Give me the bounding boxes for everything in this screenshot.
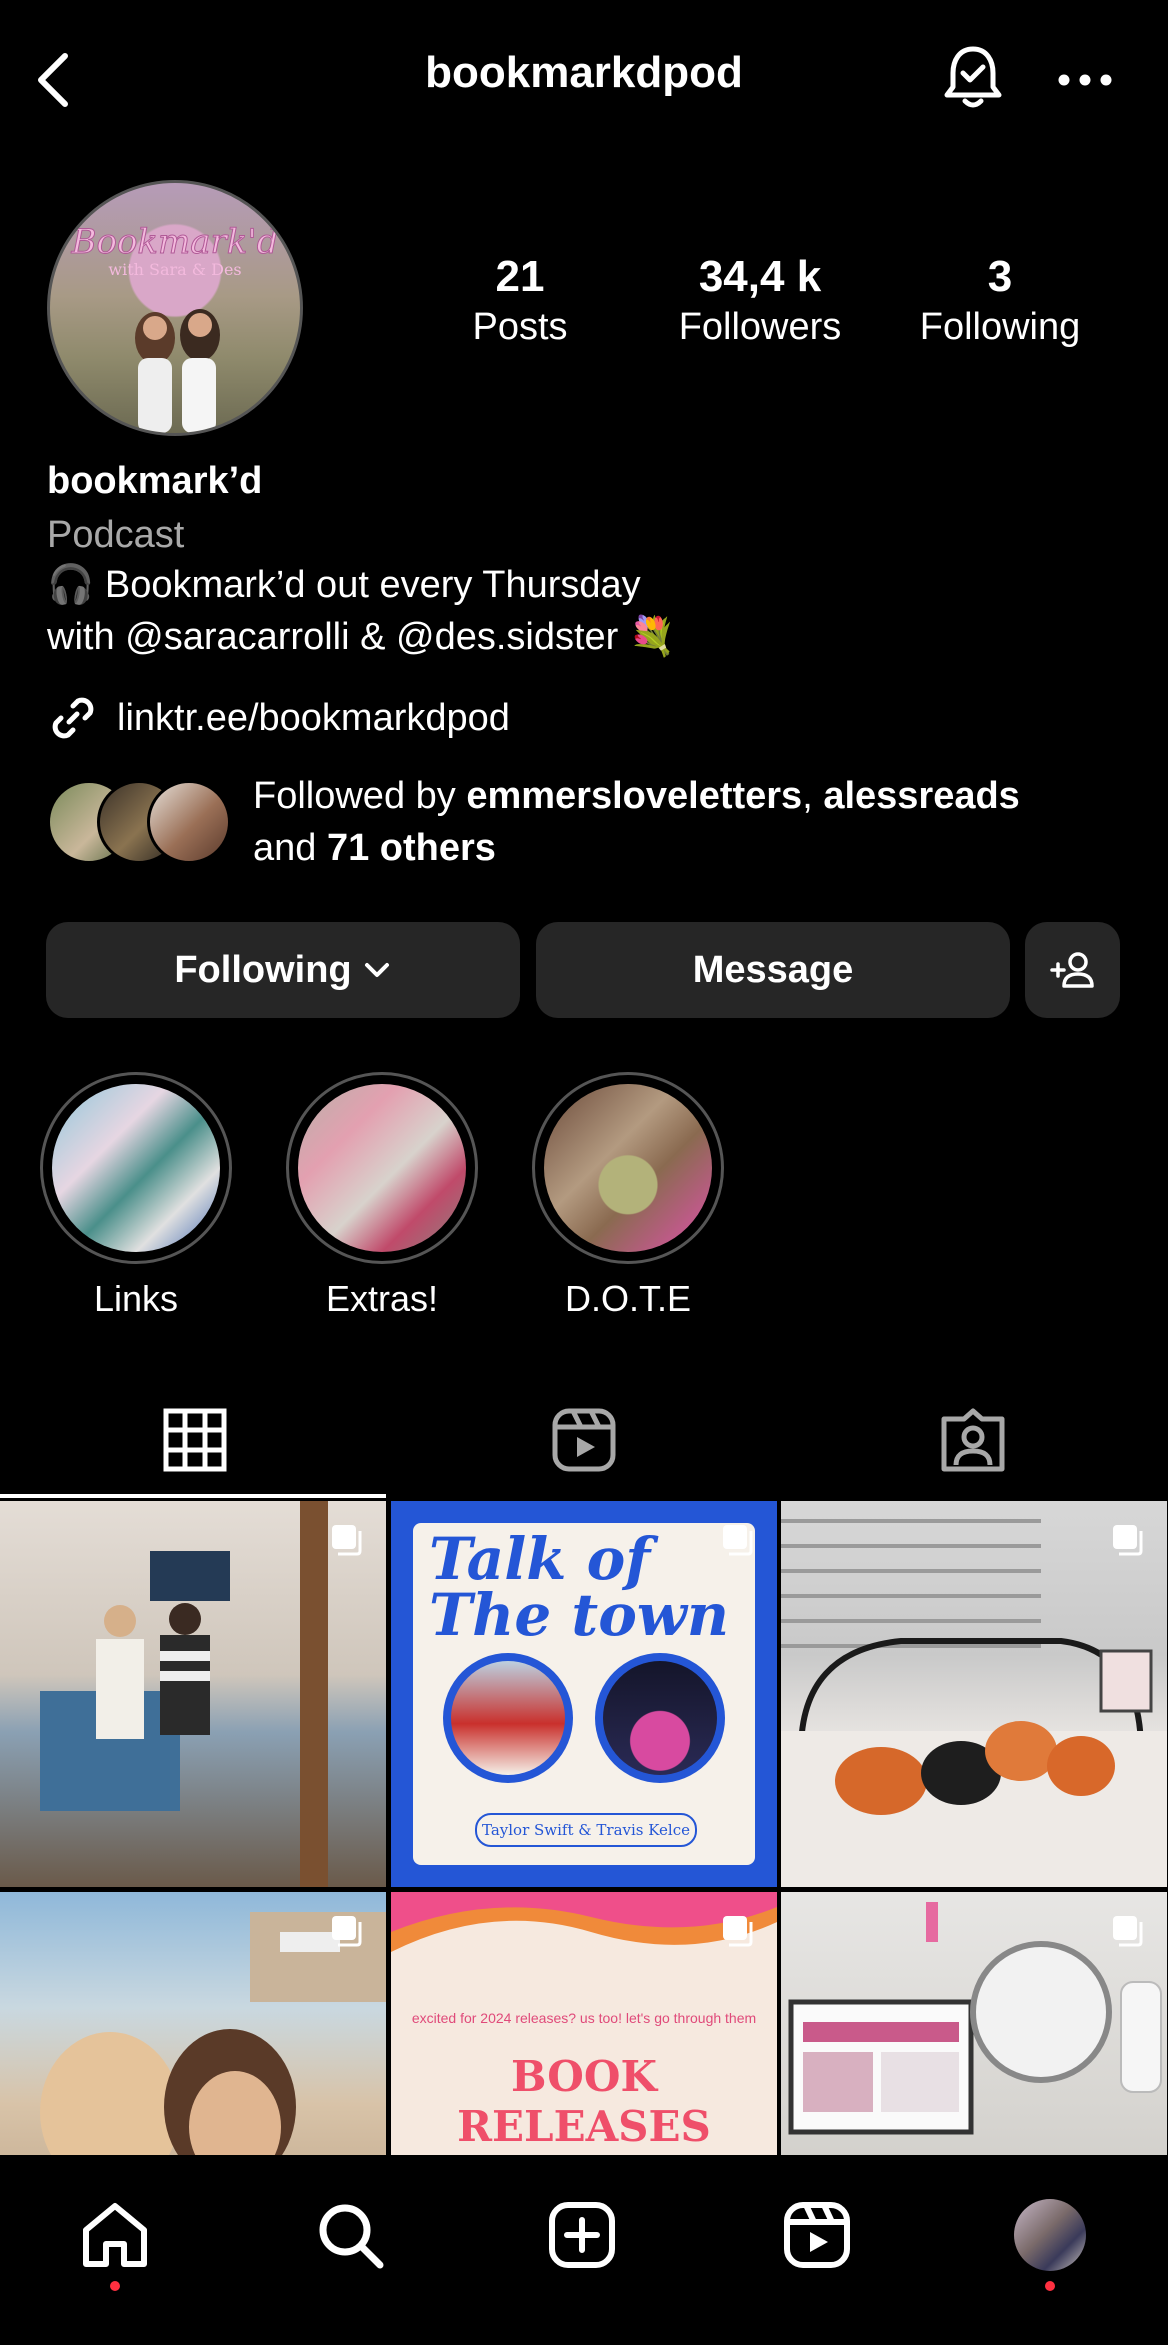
- plus-square-icon: [549, 2202, 615, 2268]
- post-image: [40, 1501, 328, 1887]
- post-title-line-1: BOOK: [511, 2052, 657, 2101]
- notifications-button[interactable]: [935, 38, 1010, 118]
- posts-count: 21: [495, 252, 545, 301]
- following-label: Following: [919, 306, 1081, 348]
- more-horizontal-icon: [1058, 74, 1112, 86]
- message-button-label: Message: [692, 948, 854, 991]
- bio-line-2[interactable]: with @saracarrolli & @des.sidster 💐: [47, 612, 676, 662]
- suggest-users-button[interactable]: [1025, 922, 1120, 1018]
- post-title-line-2: RELEASES: [457, 2102, 711, 2151]
- reels-icon: [552, 1408, 615, 1472]
- followed-by-and: and: [253, 827, 327, 869]
- nav-home[interactable]: [55, 2190, 175, 2280]
- followers-label: Followers: [678, 306, 842, 348]
- profile-link-text: linktr.ee/bookmarkdpod: [117, 696, 510, 739]
- stat-following[interactable]: 3 Following: [900, 250, 1100, 350]
- followed-by[interactable]: Followed by emmersloveletters, alessread…: [47, 770, 1020, 874]
- followed-by-separator: ,: [802, 775, 824, 817]
- grid-icon: [163, 1408, 226, 1472]
- tagged-person-icon: [941, 1408, 1004, 1472]
- profile-notification-dot: [1045, 2281, 1055, 2291]
- followed-by-user-2[interactable]: alessreads: [823, 775, 1020, 817]
- more-options-button[interactable]: [1050, 50, 1120, 110]
- following-button[interactable]: Following: [46, 922, 520, 1018]
- profile-display-name: bookmark’d: [47, 460, 263, 502]
- stat-posts[interactable]: 21 Posts: [420, 250, 620, 350]
- add-person-icon: [1049, 952, 1094, 988]
- nav-create[interactable]: [522, 2190, 642, 2280]
- avatar-photo: Bookmark'd with Sara & Des: [70, 222, 279, 433]
- svg-text:with Sara & Des: with Sara & Des: [108, 260, 241, 279]
- post-tile-talk-of-the-town[interactable]: Talk of The town Taylor Swift & Travis K…: [391, 1501, 777, 1887]
- stat-followers[interactable]: 34,4 k Followers: [660, 250, 860, 350]
- followed-by-text: Followed by emmersloveletters, alessread…: [253, 770, 1020, 874]
- tab-tagged[interactable]: [778, 1380, 1167, 1500]
- svg-text:Bookmark'd: Bookmark'd: [70, 222, 278, 262]
- multiple-photos-icon: [332, 1916, 362, 1947]
- highlight-cover: [532, 1072, 724, 1264]
- bell-check-icon: [944, 46, 1001, 108]
- profile-avatar-small: [1014, 2199, 1086, 2271]
- multiple-photos-icon: [723, 1525, 753, 1556]
- nav-reels[interactable]: [757, 2190, 877, 2280]
- link-icon: [52, 697, 94, 739]
- highlight-label: D.O.T.E: [564, 1278, 692, 1319]
- home-icon: [83, 2203, 147, 2267]
- tab-reels[interactable]: [389, 1380, 778, 1500]
- followed-by-prefix: Followed by: [253, 775, 467, 817]
- multiple-photos-icon: [723, 1916, 753, 1947]
- post-image: [781, 1519, 1167, 1887]
- chevron-down-icon: [364, 963, 389, 977]
- profile-avatar[interactable]: Bookmark'd with Sara & Des: [47, 180, 303, 436]
- bio-line-1: 🎧 Bookmark’d out every Thursday: [47, 564, 641, 606]
- follower-avatar: [147, 780, 231, 864]
- followed-by-others[interactable]: 71 others: [327, 827, 496, 869]
- multiple-photos-icon: [332, 1525, 362, 1556]
- active-tab-indicator: [0, 1494, 386, 1498]
- following-button-label: Following: [174, 948, 352, 991]
- followers-count: 34,4 k: [698, 252, 822, 301]
- multiple-photos-icon: [1113, 1916, 1143, 1947]
- post-tile-halloween-bed[interactable]: [781, 1501, 1167, 1887]
- highlight-label: Links: [93, 1278, 179, 1319]
- post-caption: Taylor Swift & Travis Kelce: [475, 1813, 697, 1847]
- tab-posts-grid[interactable]: [0, 1380, 389, 1500]
- following-count: 3: [987, 252, 1013, 301]
- highlight-dote[interactable]: D.O.T.E: [532, 1072, 724, 1320]
- post-title-line-2: The town: [429, 1581, 729, 1649]
- highlight-cover: [40, 1072, 232, 1264]
- home-notification-dot: [110, 2281, 120, 2291]
- post-wave-graphic: [391, 1892, 777, 1952]
- message-button[interactable]: Message: [536, 922, 1010, 1018]
- reels-icon: [784, 2202, 850, 2268]
- highlight-cover: [286, 1072, 478, 1264]
- post-title-line-1: Talk of: [429, 1525, 651, 1593]
- multiple-photos-icon: [1113, 1525, 1143, 1556]
- nav-search[interactable]: [290, 2190, 410, 2280]
- highlight-label: Extras!: [325, 1278, 439, 1319]
- post-tile-mirror-selfie[interactable]: [0, 1501, 386, 1887]
- profile-category: Podcast: [47, 514, 185, 556]
- post-subtitle: excited for 2024 releases? us too! let's…: [411, 2010, 757, 2026]
- search-icon: [319, 2204, 384, 2269]
- posts-label: Posts: [472, 306, 568, 348]
- nav-profile[interactable]: [990, 2190, 1110, 2280]
- highlight-links[interactable]: Links: [40, 1072, 232, 1320]
- followed-by-user-1[interactable]: emmersloveletters: [466, 775, 802, 817]
- highlight-extras[interactable]: Extras!: [286, 1072, 478, 1320]
- profile-link[interactable]: linktr.ee/bookmarkdpod: [47, 692, 510, 744]
